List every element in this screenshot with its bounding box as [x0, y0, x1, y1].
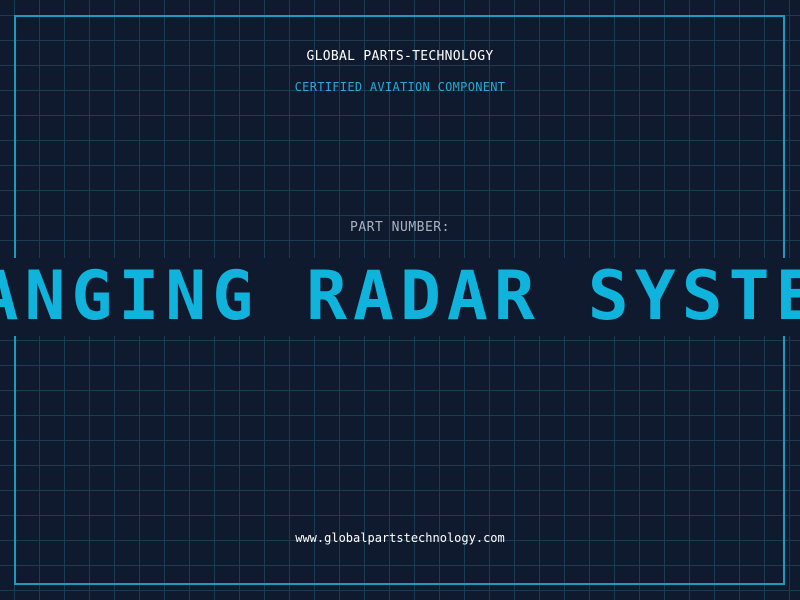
website-url: www.globalpartstechnology.com — [295, 531, 505, 545]
tagline: CERTIFIED AVIATION COMPONENT — [294, 80, 506, 94]
part-number-label: PART NUMBER: — [350, 220, 450, 235]
part-number-band: RANGING RADAR SYSTEM — [0, 258, 800, 336]
company-name: GLOBAL PARTS-TECHNOLOGY — [306, 49, 494, 64]
part-number-value: RANGING RADAR SYSTEM — [0, 258, 800, 336]
